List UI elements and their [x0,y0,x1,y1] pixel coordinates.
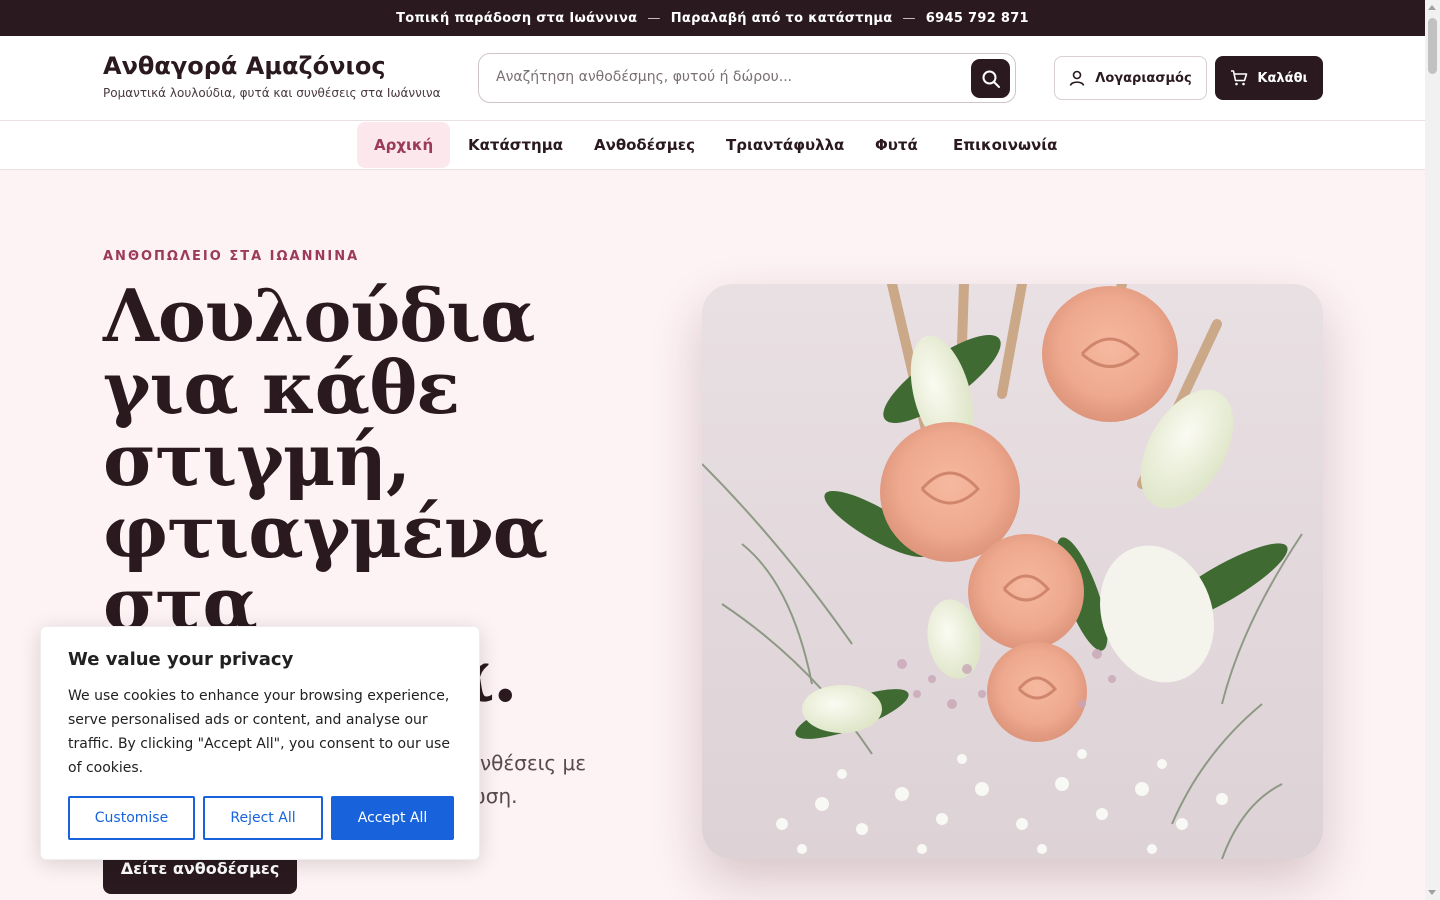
announcement-bar: Τοπική παράδοση στα Ιωάννινα — Παραλαβή … [0,0,1425,36]
cart-button[interactable]: Καλάθι [1215,56,1323,100]
cookie-customise-button[interactable]: Customise [68,796,195,840]
hero-bouquet-image [702,284,1323,859]
cookie-accept-button[interactable]: Accept All [331,796,454,840]
brand-title[interactable]: Ανθαγορά Αμαζόνιος [103,52,386,80]
announcement-separator: — [902,10,916,26]
nav-item-bouquets[interactable]: Ανθοδέσμες [577,122,712,168]
search-input[interactable]: Αναζήτηση ανθοδέσμης, φυτού ή δώρου... [496,69,792,85]
account-label: Λογαριασμός [1095,70,1192,86]
cart-icon [1231,70,1248,86]
scroll-up-icon[interactable] [1428,5,1436,10]
search-icon [982,70,1000,88]
nav-item-contact[interactable]: Επικοινωνία [936,122,1074,168]
nav-item-shop[interactable]: Κατάστημα [451,122,580,168]
cookie-consent-dialog: We value your privacy We use cookies to … [40,626,480,860]
site-header: Ανθαγορά Αμαζόνιος Ρομαντικά λουλούδια, … [0,36,1425,121]
announcement-separator: — [647,10,661,26]
main-nav: Αρχική Κατάστημα Ανθοδέσμες Τριαντάφυλλα… [0,121,1425,170]
cookie-body: We use cookies to enhance your browsing … [68,688,450,776]
nav-item-home[interactable]: Αρχική [357,122,451,168]
search-button[interactable] [971,59,1010,98]
nav-item-plants[interactable]: Φυτά [858,122,935,168]
scrollbar-thumb[interactable] [1428,18,1437,74]
announcement-delivery: Τοπική παράδοση στα Ιωάννινα [396,10,638,26]
scroll-down-icon[interactable] [1428,890,1436,895]
brand-subtitle: Ρομαντικά λουλούδια, φυτά και συνθέσεις … [103,86,441,100]
bouquet-illustration [702,284,1303,859]
cart-label: Καλάθι [1257,70,1308,86]
cookie-title: We value your privacy [68,649,294,670]
hero-eyebrow: ΑΝΘΟΠΩΛΕΙΟ ΣΤΑ ΙΩΑΝΝΙΝΑ [103,249,360,264]
search-bar[interactable]: Αναζήτηση ανθοδέσμης, φυτού ή δώρου... [478,53,1016,103]
announcement-pickup: Παραλαβή από το κατάστημα [670,10,893,26]
account-button[interactable]: Λογαριασμός [1054,56,1207,100]
nav-item-roses[interactable]: Τριαντάφυλλα [709,122,861,168]
page-scrollbar[interactable] [1425,0,1440,900]
user-icon [1069,70,1085,86]
cookie-reject-button[interactable]: Reject All [203,796,323,840]
announcement-phone[interactable]: 6945 792 871 [926,11,1029,26]
